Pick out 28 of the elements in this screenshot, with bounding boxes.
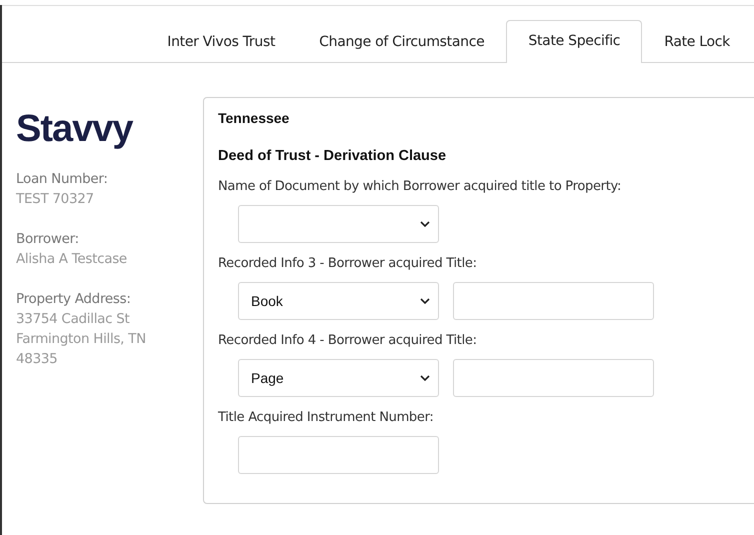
chevron-icon (420, 298, 430, 304)
tab[interactable]: Rate Lock (642, 21, 752, 63)
detail-label: Property Address: (16, 290, 132, 309)
field-label: Recorded Info 3 - Borrower acquired Title: (218, 255, 478, 273)
field-label: Name of Document by which Borrower acquired title to Property: (218, 178, 622, 196)
state-heading: Tennessee (218, 109, 290, 128)
tab[interactable]: Change of Circumstance (297, 21, 506, 63)
detail-label: Borrower: (16, 230, 80, 249)
dropdown[interactable]: Page (238, 359, 439, 397)
detail-value: TEST 70327 (16, 190, 95, 209)
detail-value: Alisha A Testcase (16, 250, 128, 269)
detail-value: 33754 Cadillac St (16, 310, 131, 329)
dropdown[interactable]: Book (238, 282, 439, 320)
chevron-icon (420, 375, 430, 381)
section-heading: Deed of Trust - Derivation Clause (218, 147, 448, 166)
chevron-icon (420, 221, 430, 227)
input-field[interactable] (453, 359, 654, 397)
detail-value: Farmington Hills, TN (16, 330, 147, 349)
input-field[interactable] (453, 282, 654, 320)
logo: Stavvy (16, 109, 133, 149)
detail-label: Loan Number: (16, 170, 109, 189)
field-label: Title Acquired Instrument Number: (218, 409, 434, 427)
tab[interactable]: State Specific (506, 20, 642, 63)
tab[interactable]: Inter Vivos Trust (145, 21, 298, 63)
field-label: Recorded Info 4 - Borrower acquired Title: (218, 332, 478, 350)
dropdown[interactable] (238, 205, 439, 243)
detail-value: 48335 (16, 350, 58, 369)
input-field[interactable] (238, 436, 439, 474)
